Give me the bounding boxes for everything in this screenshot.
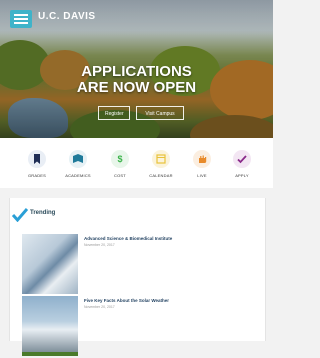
quick-link-apply[interactable]: APPLY [222,150,262,178]
hero-headline: APPLICATIONS ARE NOW OPEN [0,64,273,96]
bookmark-icon [28,150,46,168]
book-icon [69,150,87,168]
dollar-icon: $ [111,150,129,168]
quick-link-label: ACADEMICS [65,173,91,178]
story-thumbnail[interactable] [22,234,78,294]
quick-link-live[interactable]: LIVE [182,150,222,178]
story-date: November 20, 2017 [84,305,115,309]
register-button[interactable]: Register [98,106,130,120]
story-title[interactable]: Advanced Science & Biomedical Institute [84,236,172,241]
quick-link-grades[interactable]: GRADES [17,150,57,178]
story-thumbnail[interactable] [22,296,78,356]
hamburger-menu-icon[interactable] [10,10,32,28]
calendar-icon [152,150,170,168]
trending-story[interactable]: Five Key Facts About the Solar Weather N… [22,296,254,358]
top-bar: U.C. DAVIS [0,0,273,34]
story-date: November 20, 2017 [84,243,115,247]
hand-icon [193,150,211,168]
quick-link-academics[interactable]: ACADEMICS [58,150,98,178]
hero-headline-line2: ARE NOW OPEN [76,79,197,96]
brand-logo[interactable]: U.C. DAVIS [38,11,96,22]
quick-link-label: CALENDAR [149,173,173,178]
checkmark-icon [12,208,28,222]
trending-title: Trending [30,210,56,216]
quick-link-label: APPLY [235,173,249,178]
trending-section: Trending Advanced Science & Biomedical I… [9,198,266,356]
quick-link-calendar[interactable]: CALENDAR [141,150,181,178]
quick-link-label: LIVE [197,173,207,178]
hero-headline-line1: APPLICATIONS [81,63,192,80]
quick-link-label: GRADES [27,173,47,178]
story-title[interactable]: Five Key Facts About the Solar Weather [84,298,169,303]
checkmark-icon [233,150,251,168]
quick-link-cost[interactable]: $ COST [100,150,140,178]
visit-campus-button[interactable]: Visit Campus [136,106,184,120]
quick-links-bar: GRADES ACADEMICS $ COST CALENDAR LIVE AP… [0,138,273,188]
quick-link-label: COST [114,173,126,178]
trending-story[interactable]: Advanced Science & Biomedical Institute … [22,234,254,296]
